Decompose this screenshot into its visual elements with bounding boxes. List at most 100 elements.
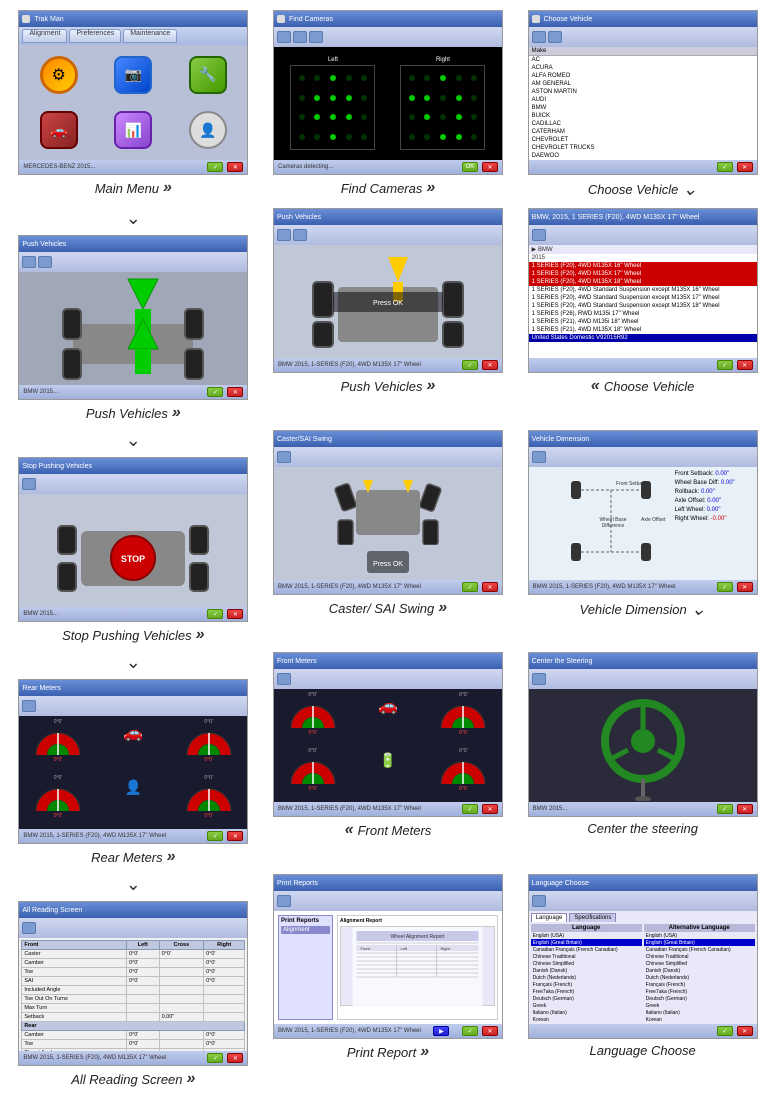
alt-lang-item-canadian[interactable]: Canadian Français (French Canadian) [644,946,755,953]
x-btn-fm[interactable]: ✕ [482,804,498,814]
alt-lang-item-danish[interactable]: Danish (Dansk) [644,967,755,974]
ok-btn-main-menu[interactable]: ✓ [207,162,223,172]
menu-icon-1[interactable]: ⚙ [40,56,78,94]
x-btn-ar[interactable]: ✕ [227,1053,243,1063]
lang-item-french[interactable]: Français (French) [531,981,642,988]
alt-lang-item-free7aka[interactable]: Free7aka (French) [644,988,755,995]
vehicle-item-cat[interactable]: CATERHAM [529,128,757,136]
svg-text:Front: Front [360,946,370,951]
content-lc[interactable]: Language Specifications Language English… [529,911,757,1024]
year-2015[interactable]: 2015 [529,254,757,262]
x-btn-cv2[interactable]: ✕ [737,360,753,370]
alt-lang-item-dutch[interactable]: Dutch (Nederlands) [644,974,755,981]
lang-tab-specs[interactable]: Specifications [569,913,616,922]
lang-item-greek[interactable]: Greek [531,1002,642,1009]
ok-btn-cv2[interactable]: ✓ [717,360,733,370]
tab-alignment[interactable]: Alignment [22,29,67,43]
x-btn-main-menu[interactable]: ✕ [227,162,243,172]
x-btn-lc[interactable]: ✕ [737,1026,753,1036]
vehicle-item-ac[interactable]: AC [529,56,757,64]
lang-item-dutch[interactable]: Dutch (Nederlands) [531,974,642,981]
alt-lang-item-english-gb[interactable]: English (Great Britain) [644,939,755,946]
alt-lang-item-korean[interactable]: Korean [644,1016,755,1023]
ok-btn-pr[interactable]: ✓ [462,1026,478,1036]
ok-btn-cts[interactable]: ✓ [717,804,733,814]
lang-item-english-usa[interactable]: English (USA) [531,932,642,939]
vehicle-item-alfa[interactable]: ALFA ROMEO [529,72,757,80]
alt-lang-item-french[interactable]: Français (French) [644,981,755,988]
lang-item-italian[interactable]: Italiano (Italian) [531,1009,642,1016]
print-btn[interactable]: ▶ [433,1026,449,1036]
usdomestic-cv2[interactable]: United States Domestic V92015R92 [529,334,757,342]
bmw-series-3[interactable]: 1 SERIES (F20), 4WD M135X 18" Wheel [529,278,757,286]
ok-btn-lc[interactable]: ✓ [717,1026,733,1036]
alt-lang-item-portuguese[interactable]: Português (Portuguese) [644,1023,755,1024]
ok-btn-sp[interactable]: ✓ [207,609,223,619]
x-btn-pr[interactable]: ✕ [482,1026,498,1036]
tab-preferences[interactable]: Preferences [69,29,121,43]
bmw-series-8[interactable]: 1 SERIES (F21), 4WD M135i 18" Wheel [529,318,757,326]
vehicle-item-bmw[interactable]: BMW [529,104,757,112]
x-btn-vd[interactable]: ✕ [737,582,753,592]
bmw-series-2[interactable]: 1 SERIES (F20), 4WD M135X 17" Wheel [529,270,757,278]
x-btn-sp[interactable]: ✕ [227,609,243,619]
sidebar-item-alignment[interactable]: Alignment [281,926,330,934]
alt-lang-item-chinese-trad[interactable]: Chinese Traditional [644,953,755,960]
menu-icon-6[interactable]: 👤 [189,111,227,149]
lang-item-chinese-trad[interactable]: Chinese Traditional [531,953,642,960]
vehicle-item-audi[interactable]: AUDI [529,96,757,104]
alt-lang-item-greek[interactable]: Greek [644,1002,755,1009]
bmw-series-5[interactable]: 1 SERIES (F20), 4WD Standard Suspension … [529,294,757,302]
ok-btn-fm[interactable]: ✓ [462,804,478,814]
vehicle-item-aston[interactable]: ASTON MARTIN [529,88,757,96]
content-cv2[interactable]: ▶ BMW 2015 1 SERIES (F20), 4WD M135X 16"… [529,245,757,358]
lang-tab-language[interactable]: Language [531,913,568,922]
vehicle-item-chevt[interactable]: CHEVROLET TRUCKS [529,144,757,152]
alt-lang-item-italian[interactable]: Italiano (Italian) [644,1009,755,1016]
ok-btn-cs[interactable]: ✓ [462,582,478,592]
vehicle-item-buick[interactable]: BUICK [529,112,757,120]
menu-icon-5[interactable]: 📊 [114,111,152,149]
alt-lang-item-german[interactable]: Deutsch (German) [644,995,755,1002]
lang-item-english-gb[interactable]: English (Great Britain) [531,939,642,946]
ok-btn-vd[interactable]: ✓ [717,582,733,592]
lang-item-portuguese[interactable]: Português (Portuguese) [531,1023,642,1024]
ok-btn-pv1[interactable]: ✓ [207,387,223,397]
lang-item-free7aka[interactable]: Free7aka (French) [531,988,642,995]
x-btn-rm[interactable]: ✕ [227,831,243,841]
lang-item-chinese-simp[interactable]: Chinese Simplified [531,960,642,967]
x-btn-cts[interactable]: ✕ [737,804,753,814]
ok-btn-cam[interactable]: OK [462,162,478,172]
vehicle-item-acura[interactable]: ACURA [529,64,757,72]
x-btn-cs[interactable]: ✕ [482,582,498,592]
bmw-series-9[interactable]: 1 SERIES (F21), 4WD M135X 18" Wheel [529,326,757,334]
alt-lang-item-english-usa[interactable]: English (USA) [644,932,755,939]
ok-btn-ar[interactable]: ✓ [207,1053,223,1063]
lang-item-german[interactable]: Deutsch (German) [531,995,642,1002]
menu-icon-2[interactable]: 📷 [114,56,152,94]
menu-icon-3[interactable]: 🔧 [189,56,227,94]
x-btn-cv1[interactable]: ✕ [737,162,753,172]
x-btn-cam[interactable]: ✕ [482,162,498,172]
vehicle-item-chev[interactable]: CHEVROLET [529,136,757,144]
vehicle-item-cad[interactable]: CADILLAC [529,120,757,128]
bmw-series-1[interactable]: 1 SERIES (F20), 4WD M135X 16" Wheel [529,262,757,270]
vehicle-item-am[interactable]: AM GENERAL [529,80,757,88]
vehicle-item-daewoo[interactable]: DAEWOO [529,152,757,160]
x-btn-pv1[interactable]: ✕ [227,387,243,397]
lang-item-danish[interactable]: Danish (Dansk) [531,967,642,974]
menu-icon-4[interactable]: 🚗 [40,111,78,149]
bmw-series-6[interactable]: 1 SERIES (F20), 4WD Standard Suspension … [529,302,757,310]
lang-item-canadian[interactable]: Canadian Français (French Canadian) [531,946,642,953]
bmw-series-4[interactable]: 1 SERIES (F20), 4WD Standard Suspension … [529,286,757,294]
x-btn-pv2[interactable]: ✕ [482,360,498,370]
bmw-series-7[interactable]: 1 SERIES (F26), RWD M135i 17" Wheel [529,310,757,318]
ok-btn-rm[interactable]: ✓ [207,831,223,841]
ok-btn-pv2[interactable]: ✓ [462,360,478,370]
alt-lang-item-chinese-simp[interactable]: Chinese Simplified [644,960,755,967]
tab-maintenance[interactable]: Maintenance [123,29,177,43]
content-cv1[interactable]: Make AC ACURA ALFA ROMEO AM GENERAL ASTO… [529,47,757,160]
lang-item-korean[interactable]: Korean [531,1016,642,1023]
ok-btn-cv1[interactable]: ✓ [717,162,733,172]
fm-icon-mid: 🚗 [351,691,424,745]
